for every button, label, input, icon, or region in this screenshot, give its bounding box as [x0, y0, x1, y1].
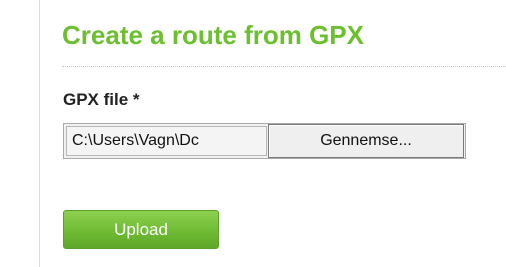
create-route-panel: Create a route from GPX GPX file * C:\Us… — [0, 0, 506, 267]
gpx-file-label: GPX file * — [63, 90, 140, 109]
page-title: Create a route from GPX — [62, 20, 364, 50]
gpx-file-input[interactable]: C:\Users\Vagn\Dc Gennemse... — [63, 123, 466, 159]
upload-button[interactable]: Upload — [63, 210, 219, 249]
browse-button[interactable]: Gennemse... — [268, 124, 464, 158]
panel-left-border — [39, 0, 40, 267]
title-divider — [62, 66, 506, 67]
file-path-field[interactable]: C:\Users\Vagn\Dc — [66, 126, 267, 156]
